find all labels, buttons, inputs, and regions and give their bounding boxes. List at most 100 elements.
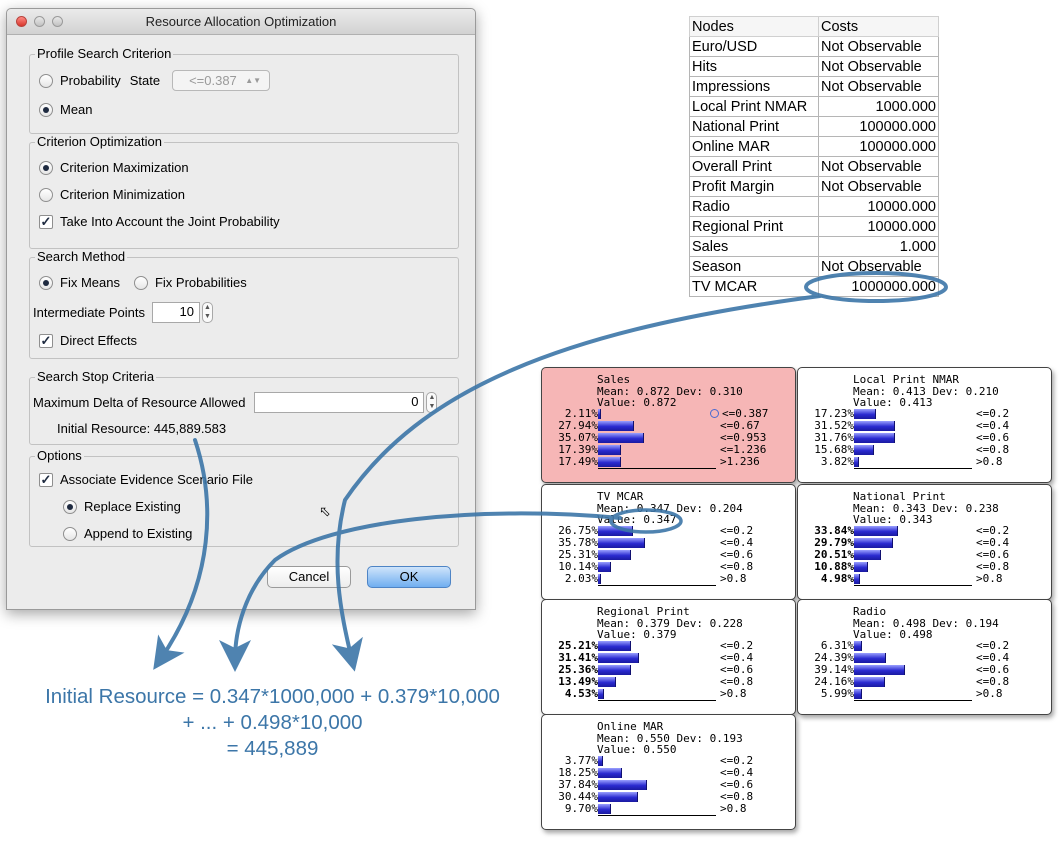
minimize-window-button[interactable]	[34, 16, 45, 27]
cost-cell[interactable]: 100000.000	[818, 116, 939, 137]
probability-radio[interactable]	[39, 73, 53, 88]
state-row[interactable]: 3.82% >0.8	[798, 456, 1051, 468]
cost-cell[interactable]: Not Observable	[818, 256, 939, 277]
replace-existing-radio[interactable]	[63, 499, 77, 514]
intermediate-points-stepper[interactable]: ▲ ▼	[202, 302, 214, 323]
state-row[interactable]: 10.88% <=0.8	[798, 561, 1051, 573]
mean-option[interactable]: Mean	[39, 102, 93, 117]
table-row[interactable]: Hits Not Observable	[689, 56, 939, 77]
state-row[interactable]: 35.78% <=0.4	[542, 537, 795, 549]
table-row[interactable]: Radio 10000.000	[689, 196, 939, 217]
ok-button[interactable]: OK	[367, 566, 451, 588]
table-row[interactable]: Online MAR 100000.000	[689, 136, 939, 157]
node-monitor[interactable]: Regional Print Mean: 0.379 Dev: 0.228 Valu…	[541, 599, 796, 715]
table-row[interactable]: Euro/USD Not Observable	[689, 36, 939, 57]
state-row[interactable]: 27.94% <=0.67	[542, 420, 795, 432]
cost-cell[interactable]: 1000.000	[818, 96, 939, 117]
state-row[interactable]: 13.49% <=0.8	[542, 676, 795, 688]
state-row[interactable]: 17.49% >1.236	[542, 456, 795, 468]
state-row[interactable]: 25.31% <=0.6	[542, 549, 795, 561]
state-row[interactable]: 29.79% <=0.4	[798, 537, 1051, 549]
state-row[interactable]: 18.25% <=0.4	[542, 767, 795, 779]
table-row[interactable]: Overall Print Not Observable	[689, 156, 939, 177]
state-row[interactable]: 3.77% <=0.2	[542, 755, 795, 767]
maximization-radio[interactable]	[39, 160, 53, 175]
intermediate-points-input[interactable]: 10	[152, 302, 201, 323]
minimization-option[interactable]: Criterion Minimization	[39, 187, 185, 202]
state-row[interactable]: 37.84% <=0.6	[542, 779, 795, 791]
direct-effects-option[interactable]: ✓ Direct Effects	[39, 333, 137, 348]
zoom-window-button[interactable]	[52, 16, 63, 27]
max-delta-stepper[interactable]: ▲ ▼	[426, 392, 438, 413]
cost-cell[interactable]: Not Observable	[818, 76, 939, 97]
direct-effects-checkbox[interactable]: ✓	[39, 333, 53, 348]
node-monitor[interactable]: TV MCAR Mean: 0.347 Dev: 0.204 Value: 0.34…	[541, 484, 796, 600]
state-row[interactable]: 25.36% <=0.6	[542, 664, 795, 676]
close-window-button[interactable]	[16, 16, 27, 27]
state-row[interactable]: 4.98% >0.8	[798, 573, 1051, 585]
maximization-option[interactable]: Criterion Maximization	[39, 160, 189, 175]
state-row[interactable]: 31.52% <=0.4	[798, 420, 1051, 432]
state-select[interactable]: <=0.387 ▲▼	[172, 70, 271, 91]
state-row[interactable]: 39.14% <=0.6	[798, 664, 1051, 676]
cost-cell[interactable]: Not Observable	[818, 176, 939, 197]
state-row[interactable]: 5.99% >0.8	[798, 688, 1051, 700]
state-row[interactable]: 24.39% <=0.4	[798, 652, 1051, 664]
state-row[interactable]: 35.07% <=0.953	[542, 432, 795, 444]
nodes-column-header[interactable]: Nodes	[689, 16, 819, 37]
cost-cell[interactable]: Not Observable	[818, 56, 939, 77]
state-row[interactable]: 24.16% <=0.8	[798, 676, 1051, 688]
cost-cell[interactable]: 1000000.000	[818, 276, 939, 297]
table-row[interactable]: Regional Print 10000.000	[689, 216, 939, 237]
cost-cell[interactable]: Not Observable	[818, 36, 939, 57]
table-row[interactable]: Profit Margin Not Observable	[689, 176, 939, 197]
replace-existing-option[interactable]: Replace Existing	[63, 499, 181, 514]
max-delta-input[interactable]: 0	[254, 392, 425, 413]
state-row[interactable]: 33.84% <=0.2	[798, 525, 1051, 537]
joint-probability-option[interactable]: ✓ Take Into Account the Joint Probabilit…	[39, 214, 280, 229]
table-row[interactable]: Season Not Observable	[689, 256, 939, 277]
costs-column-header[interactable]: Costs	[818, 16, 939, 37]
cost-cell[interactable]: 100000.000	[818, 136, 939, 157]
table-row[interactable]: TV MCAR 1000000.000	[689, 276, 939, 297]
mean-radio[interactable]	[39, 102, 53, 117]
state-row[interactable]: 2.03% >0.8	[542, 573, 795, 585]
cancel-button[interactable]: Cancel	[267, 566, 351, 588]
state-row[interactable]: 15.68% <=0.8	[798, 444, 1051, 456]
node-monitor[interactable]: Sales Mean: 0.872 Dev: 0.310 Value: 0.872 2…	[541, 367, 796, 483]
joint-probability-checkbox[interactable]: ✓	[39, 214, 53, 229]
append-existing-radio[interactable]	[63, 526, 77, 541]
fix-means-radio[interactable]	[39, 275, 53, 290]
state-row[interactable]: 31.41% <=0.4	[542, 652, 795, 664]
cost-cell[interactable]: Not Observable	[818, 156, 939, 177]
state-row[interactable]: 20.51% <=0.6	[798, 549, 1051, 561]
cost-cell[interactable]: 1.000	[818, 236, 939, 257]
state-row[interactable]: 10.14% <=0.8	[542, 561, 795, 573]
append-existing-option[interactable]: Append to Existing	[63, 526, 192, 541]
state-row[interactable]: 4.53% >0.8	[542, 688, 795, 700]
probability-option[interactable]: Probability State <=0.387 ▲▼	[39, 70, 271, 91]
state-row[interactable]: 6.31% <=0.2	[798, 640, 1051, 652]
node-monitor[interactable]: Online MAR Mean: 0.550 Dev: 0.193 Value: 0…	[541, 714, 796, 830]
table-row[interactable]: Impressions Not Observable	[689, 76, 939, 97]
node-monitor[interactable]: National Print Mean: 0.343 Dev: 0.238 Valu…	[797, 484, 1052, 600]
state-row[interactable]: 2.11% <=0.387	[542, 408, 795, 420]
state-row[interactable]: 26.75% <=0.2	[542, 525, 795, 537]
state-row[interactable]: 25.21% <=0.2	[542, 640, 795, 652]
state-row[interactable]: 17.23% <=0.2	[798, 408, 1051, 420]
associate-evidence-option[interactable]: ✓ Associate Evidence Scenario File	[39, 472, 253, 487]
table-row[interactable]: Sales 1.000	[689, 236, 939, 257]
node-monitor[interactable]: Radio Mean: 0.498 Dev: 0.194 Value: 0.498 6…	[797, 599, 1052, 715]
state-row[interactable]: 31.76% <=0.6	[798, 432, 1051, 444]
minimization-radio[interactable]	[39, 187, 53, 202]
cost-cell[interactable]: 10000.000	[818, 216, 939, 237]
table-row[interactable]: Local Print NMAR 1000.000	[689, 96, 939, 117]
table-row[interactable]: National Print 100000.000	[689, 116, 939, 137]
associate-evidence-checkbox[interactable]: ✓	[39, 472, 53, 487]
cost-cell[interactable]: 10000.000	[818, 196, 939, 217]
state-row[interactable]: 30.44% <=0.8	[542, 791, 795, 803]
fix-probabilities-radio[interactable]	[133, 275, 148, 290]
state-row[interactable]: 9.70% >0.8	[542, 803, 795, 815]
state-row[interactable]: 17.39% <=1.236	[542, 444, 795, 456]
fix-means-option[interactable]: Fix Means Fix Probabilities	[39, 275, 247, 290]
